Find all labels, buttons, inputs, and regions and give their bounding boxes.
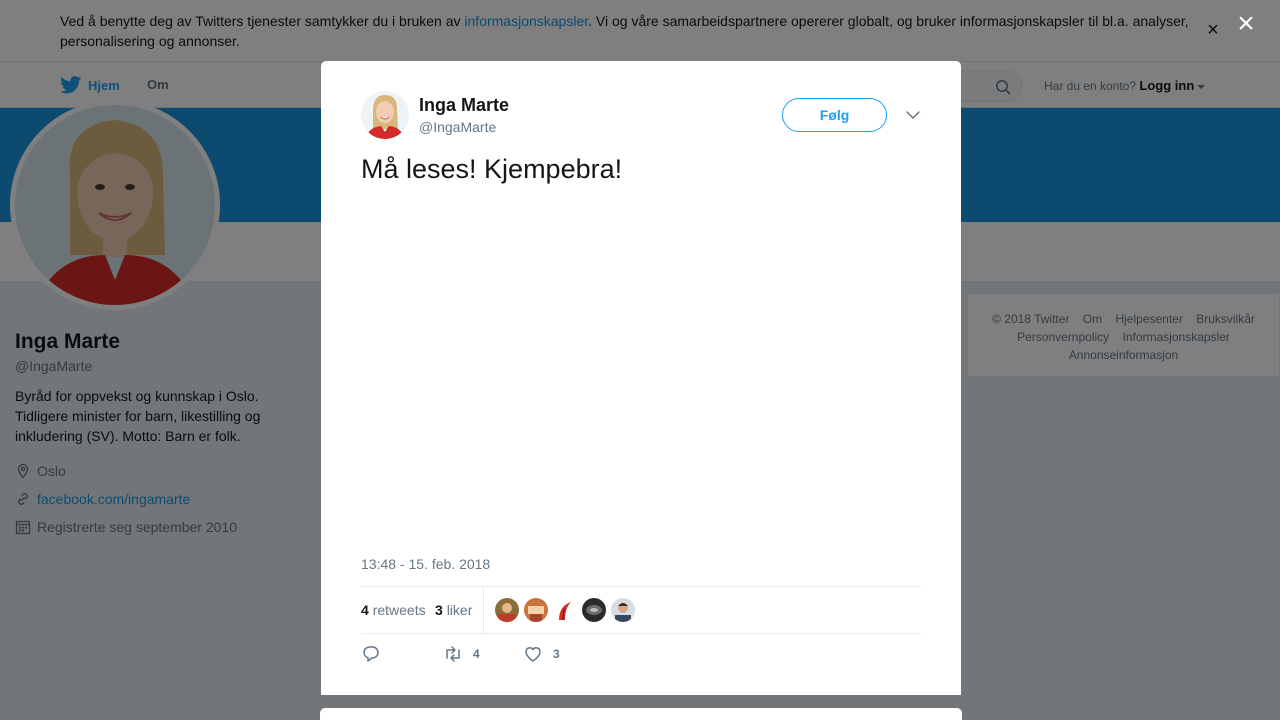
close-icon[interactable]: × (1234, 9, 1258, 39)
liker-avatar[interactable] (582, 598, 606, 622)
liker-avatar[interactable] (611, 598, 635, 622)
tweet-author-photo (361, 91, 409, 139)
retweets-stat[interactable]: 4 retweets (361, 602, 426, 618)
likers-avatars (495, 598, 635, 622)
liker-avatar[interactable] (524, 598, 548, 622)
tweet-actions: 4 3 (361, 644, 921, 668)
likes-stat[interactable]: 3 liker (435, 602, 472, 618)
tweet-text: Må leses! Kjempebra! (361, 154, 623, 184)
heart-icon (525, 647, 541, 662)
tweet-timestamp[interactable]: 13:48 - 15. feb. 2018 (361, 556, 490, 572)
chevron-down-icon[interactable] (905, 109, 921, 121)
follow-button[interactable]: Følg (782, 98, 887, 132)
tweet-stats: 4 retweets 3 liker (361, 586, 921, 634)
retweet-button[interactable]: 4 (443, 644, 480, 664)
tweet-author-avatar[interactable] (361, 91, 409, 139)
tweet-author-name[interactable]: Inga Marte (419, 95, 509, 116)
like-button[interactable]: 3 (523, 644, 560, 664)
liker-avatar[interactable] (553, 598, 577, 622)
retweet-icon (446, 646, 460, 662)
tweet-modal: Inga Marte @IngaMarte Følg Må leses! Kje… (321, 61, 961, 695)
stats-divider (483, 587, 484, 634)
next-tweet-peek (320, 708, 962, 720)
reply-button[interactable] (361, 644, 381, 664)
reply-icon (363, 646, 379, 662)
liker-avatar[interactable] (495, 598, 519, 622)
tweet-author-handle[interactable]: @IngaMarte (419, 119, 496, 135)
